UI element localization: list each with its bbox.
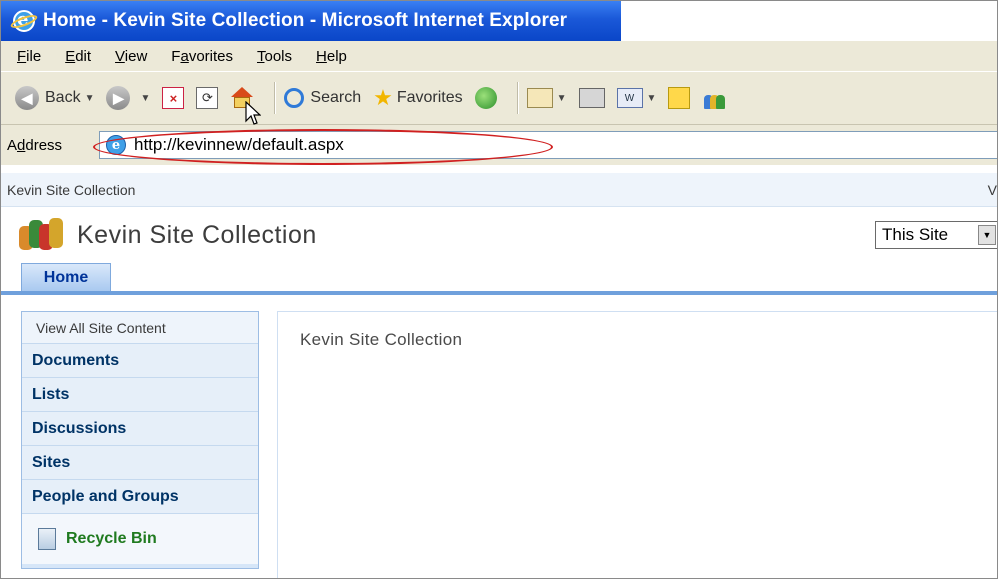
menu-bar: File Edit View Favorites Tools Help [1,41,997,71]
view-all-site-content-link[interactable]: View All Site Content [22,312,258,344]
site-title[interactable]: Kevin Site Collection [77,221,317,250]
mail-button[interactable]: ▼ [526,88,567,108]
ql-documents[interactable]: Documents [22,344,258,378]
welcome-menu[interactable]: V [988,182,997,198]
search-label: Search [310,89,362,106]
title-bar-blank [621,1,997,41]
search-button[interactable]: Search [284,88,361,108]
refresh-button[interactable]: ⟳ [196,87,219,109]
back-arrow-icon: ◀ [15,86,39,110]
print-button[interactable] [578,88,605,108]
back-button[interactable]: ◀ Back ▼ [15,86,94,110]
tab-home[interactable]: Home [21,263,111,291]
favorites-label: Favorites [396,89,463,106]
address-label: Address [7,136,63,154]
chevron-down-icon[interactable]: ▼ [557,93,567,104]
ql-people-and-groups[interactable]: People and Groups [22,480,258,514]
back-label: Back [45,89,81,106]
mouse-cursor-icon [245,101,261,125]
chevron-down-icon[interactable]: ▼ [140,93,150,104]
messenger-button[interactable] [702,86,726,110]
refresh-icon: ⟳ [196,87,219,109]
print-icon [578,88,605,108]
ql-lists[interactable]: Lists [22,378,258,412]
edit-button[interactable]: W ▼ [616,88,657,108]
media-button[interactable] [474,87,497,109]
menu-file[interactable]: File [17,48,41,65]
search-scope-select[interactable]: This Site ▼ [875,221,997,249]
window-title: Home - Kevin Site Collection - Microsoft… [43,10,568,31]
internet-explorer-icon: e [9,8,39,34]
people-icon [702,86,726,110]
address-bar: Address e http://kevinnew/default.aspx [1,125,997,165]
recycle-bin-icon [38,528,56,550]
stop-button[interactable]: × [162,87,185,109]
chevron-down-icon[interactable]: ▼ [85,93,95,104]
site-header: Kevin Site Collection [1,207,997,263]
address-url[interactable]: http://kevinnew/default.aspx [134,135,344,155]
page-icon: e [106,135,126,155]
mail-icon [526,88,553,108]
search-icon [284,88,305,108]
chevron-down-icon[interactable]: ▼ [978,225,996,245]
menu-view[interactable]: View [115,48,147,65]
ql-discussions[interactable]: Discussions [22,412,258,446]
media-icon [474,87,497,109]
toolbar-separator [274,82,277,114]
browser-window: e Home - Kevin Site Collection - Microso… [0,0,998,579]
address-input[interactable]: e http://kevinnew/default.aspx [99,131,997,159]
menu-favorites[interactable]: Favorites [171,48,233,65]
top-nav-tabs: Home [1,263,997,295]
forward-button[interactable]: ▶ ▼ [106,86,150,110]
discuss-button[interactable] [668,87,691,109]
recycle-bin-link[interactable]: Recycle Bin [22,514,258,564]
note-icon [668,87,691,109]
ql-sites[interactable]: Sites [22,446,258,480]
title-bar: e Home - Kevin Site Collection - Microso… [1,1,621,41]
main-content-area: Kevin Site Collection [277,311,997,578]
favorites-button[interactable]: ★ Favorites [373,87,463,109]
global-breadcrumb: Kevin Site Collection [1,173,997,207]
stop-icon: × [162,87,185,109]
sharepoint-logo-icon [19,218,63,252]
menu-tools[interactable]: Tools [257,48,292,65]
tab-home-label: Home [43,268,89,286]
search-scope-value: This Site [882,225,949,244]
content-site-title: Kevin Site Collection [300,330,463,349]
edit-icon: W [616,88,643,108]
menu-edit[interactable]: Edit [65,48,91,65]
star-icon: ★ [373,85,393,110]
chevron-down-icon[interactable]: ▼ [647,93,657,104]
forward-arrow-icon: ▶ [106,86,131,110]
quick-launch: View All Site Content Documents Lists Di… [21,311,259,569]
toolbar: ◀ Back ▼ ▶ ▼ × ⟳ Search ★ Favorites ▼ W … [1,71,997,125]
menu-help[interactable]: Help [316,48,347,65]
page-content: Kevin Site Collection V Kevin Site Colle… [1,165,997,578]
toolbar-separator [516,82,519,114]
top-bar-site-link[interactable]: Kevin Site Collection [7,182,135,198]
